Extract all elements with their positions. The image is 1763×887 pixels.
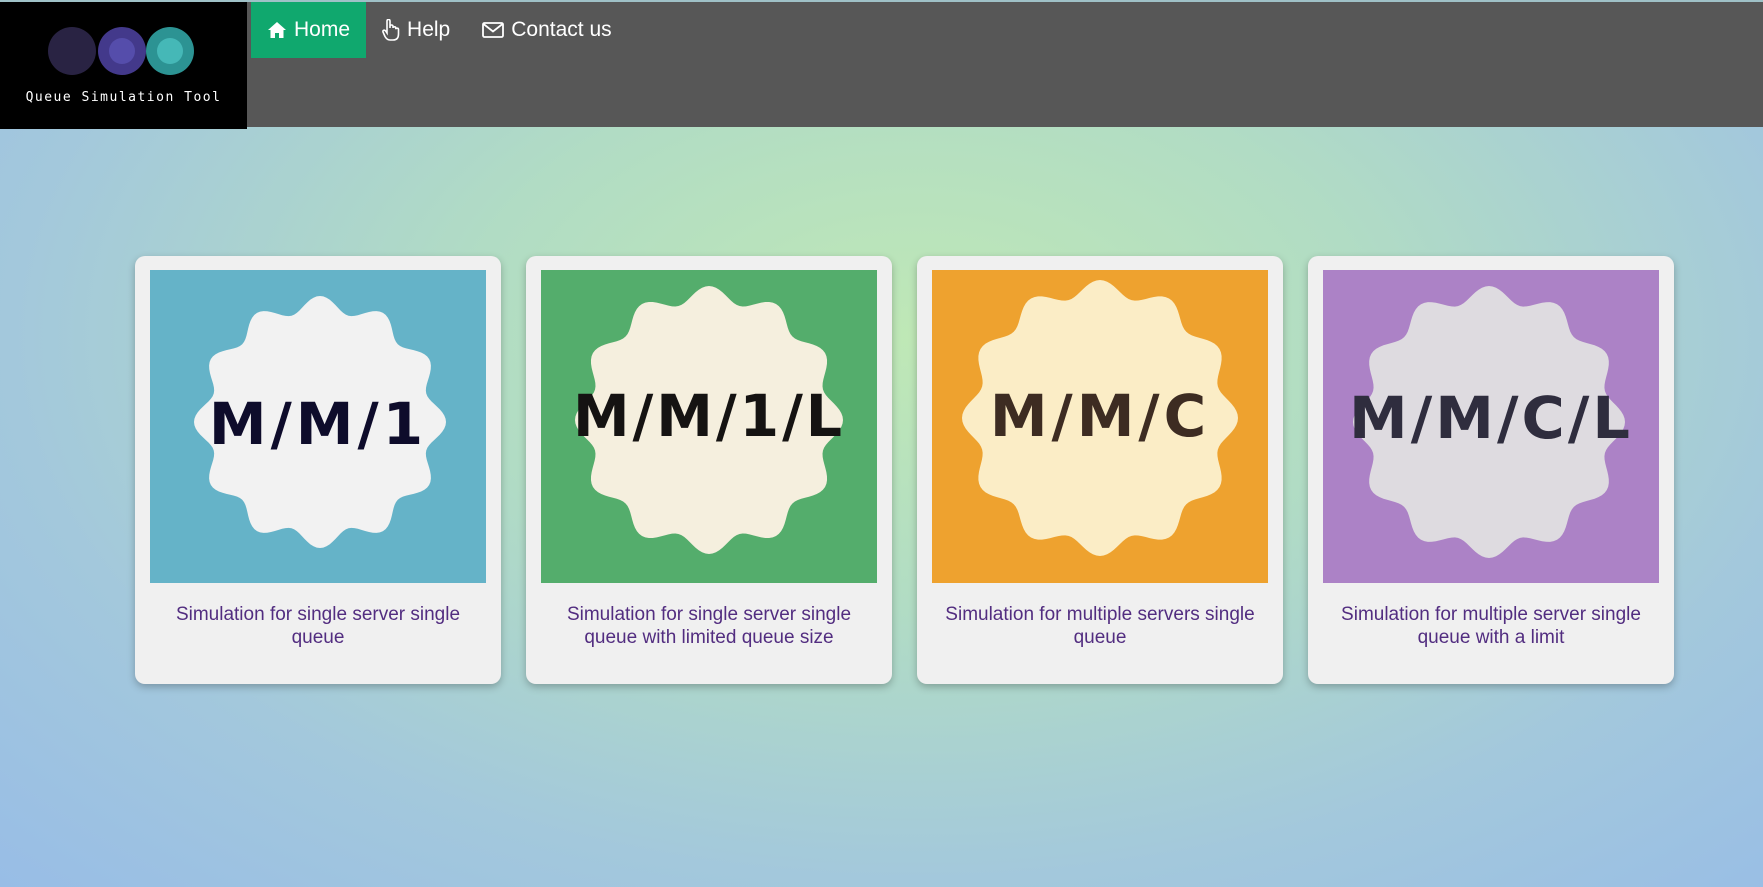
card-description: Simulation for single server single queu… <box>175 604 461 648</box>
nav-help[interactable]: Help <box>366 2 466 58</box>
card-image: M/M/1/L <box>541 270 877 583</box>
main-nav: Home Help Contact us <box>251 2 628 58</box>
card-image: M/M/C <box>932 270 1268 583</box>
card-badge-text: M/M/1 <box>209 390 427 458</box>
card-description: Simulation for single server single queu… <box>566 604 852 648</box>
envelope-icon <box>482 22 505 38</box>
card-mmcl[interactable]: M/M/C/L Simulation for multiple server s… <box>1308 256 1674 684</box>
nav-help-label: Help <box>407 18 451 41</box>
card-badge-text: M/M/C/L <box>1349 384 1633 452</box>
card-badge-text: M/M/1/L <box>573 382 845 450</box>
queue-circles-logo-icon <box>48 27 194 75</box>
card-description: Simulation for multiple server single qu… <box>1341 604 1641 648</box>
pointer-hand-icon <box>382 19 400 41</box>
card-description: Simulation for multiple servers single q… <box>945 604 1255 648</box>
home-icon <box>268 22 286 38</box>
card-image: M/M/1 <box>150 270 486 583</box>
card-mm1[interactable]: M/M/1 Simulation for single server singl… <box>135 256 501 684</box>
app-logo[interactable]: Queue Simulation Tool <box>0 2 247 129</box>
nav-contact-label: Contact us <box>511 18 612 41</box>
card-mm1l[interactable]: M/M/1/L Simulation for single server sin… <box>526 256 892 684</box>
nav-home-label: Home <box>294 18 351 41</box>
logo-text: Queue Simulation Tool <box>25 90 222 105</box>
top-navbar: Queue Simulation Tool Home Help Contact … <box>0 0 1763 129</box>
card-mmc[interactable]: M/M/C Simulation for multiple servers si… <box>917 256 1283 684</box>
card-badge-text: M/M/C <box>990 382 1210 450</box>
card-image: M/M/C/L <box>1323 270 1659 583</box>
nav-contact[interactable]: Contact us <box>466 2 627 58</box>
nav-home[interactable]: Home <box>251 2 367 58</box>
